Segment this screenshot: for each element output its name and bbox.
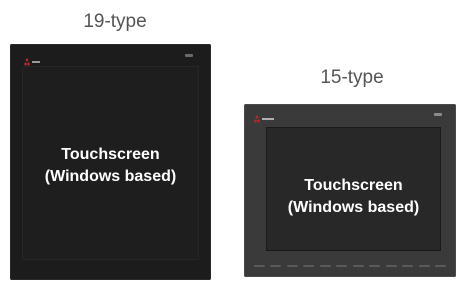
- function-key-mark: [270, 265, 282, 267]
- function-key-mark: [352, 265, 364, 267]
- function-key-row: [254, 261, 446, 271]
- function-key-mark: [369, 265, 381, 267]
- touchscreen-panel-15-type: Touchscreen (Windows based): [244, 104, 456, 277]
- screen-label: Touchscreen (Windows based): [266, 175, 441, 219]
- screen-label-line2: (Windows based): [44, 168, 177, 185]
- screen-label-line1: Touchscreen: [304, 177, 403, 194]
- function-key-mark: [385, 265, 397, 267]
- function-key-mark: [303, 265, 315, 267]
- function-key-mark: [402, 265, 414, 267]
- function-key-mark: [286, 265, 298, 267]
- indicator-icon: [434, 113, 442, 116]
- function-key-mark: [336, 265, 348, 267]
- screen-label-line2: (Windows based): [287, 199, 420, 216]
- screen-label: Touchscreen (Windows based): [22, 144, 199, 188]
- function-key-mark: [254, 265, 265, 267]
- touchscreen-panel-19-type: Touchscreen (Windows based): [10, 44, 211, 280]
- touchscreen-display: Touchscreen (Windows based): [266, 127, 441, 251]
- function-key-mark: [319, 265, 331, 267]
- touchscreen-display: Touchscreen (Windows based): [22, 66, 199, 260]
- indicator-icon: [185, 54, 193, 57]
- function-key-mark: [418, 265, 430, 267]
- caption-19-type: 19-type: [83, 11, 147, 32]
- screen-label-line1: Touchscreen: [61, 146, 160, 163]
- caption-15-type: 15-type: [320, 67, 384, 88]
- function-key-mark: [434, 265, 446, 267]
